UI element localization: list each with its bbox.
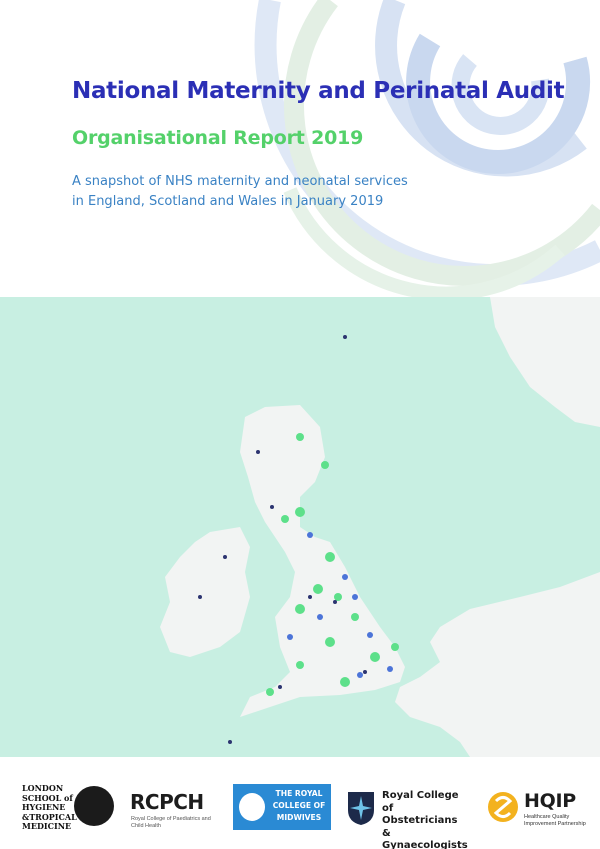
rcpch-logo: RCPCH Royal College of Paediatrics and C… <box>130 780 216 836</box>
hqip-tagline: Healthcare Quality Improvement Partnersh… <box>524 814 586 827</box>
marker-green <box>296 661 304 669</box>
partner-logos: LONDON SCHOOL of HYGIENE &TROPICAL MEDIC… <box>0 770 600 849</box>
marker-navy <box>223 555 227 559</box>
marker-green <box>295 604 305 614</box>
marker-green <box>321 461 329 469</box>
lshtm-logo: LONDON SCHOOL of HYGIENE &TROPICAL MEDIC… <box>22 780 114 836</box>
marker-green <box>281 515 289 523</box>
marker-blue <box>387 666 393 672</box>
marker-navy <box>308 595 312 599</box>
marker-blue <box>352 594 358 600</box>
description-line: in England, Scotland and Wales in Januar… <box>72 194 384 209</box>
marker-blue <box>287 634 293 640</box>
hqip-name: HQIP <box>524 790 576 812</box>
report-subtitle: Organisational Report 2019 <box>72 127 364 149</box>
rcog-shield-icon <box>348 792 374 825</box>
rcm-line: MIDWIVES <box>276 813 322 822</box>
uk-service-map <box>0 297 600 757</box>
marker-green <box>295 507 305 517</box>
marker-blue <box>367 632 373 638</box>
marker-green <box>340 677 350 687</box>
marker-green <box>391 643 399 651</box>
rcm-mother-child-icon <box>239 793 265 821</box>
marker-navy <box>228 740 232 744</box>
rcog-line: Gynaecologists <box>382 840 468 849</box>
lshtm-seal-icon <box>74 786 114 826</box>
marker-green <box>266 688 274 696</box>
rcm-wordmark: THE ROYAL COLLEGE OF MIDWIVES <box>268 788 330 824</box>
marker-blue <box>357 672 363 678</box>
marker-navy <box>198 595 202 599</box>
rcm-logo: THE ROYAL COLLEGE OF MIDWIVES <box>233 784 331 830</box>
marker-navy <box>363 670 367 674</box>
marker-blue <box>342 574 348 580</box>
marker-green <box>296 433 304 441</box>
marker-blue <box>307 532 313 538</box>
rcog-logo: Royal College of Obstetricians & Gynaeco… <box>346 780 468 849</box>
rcm-line: COLLEGE OF <box>272 801 326 810</box>
marker-navy <box>270 505 274 509</box>
rcpch-tagline: Royal College of Paediatrics and Child H… <box>131 816 211 829</box>
marker-blue <box>317 614 323 620</box>
rcog-line: Obstetricians & <box>382 815 458 839</box>
lshtm-wordmark: LONDON SCHOOL of HYGIENE &TROPICAL MEDIC… <box>22 783 77 832</box>
marker-green <box>334 593 342 601</box>
rcog-line: Royal College of <box>382 790 459 814</box>
marker-green <box>325 637 335 647</box>
hqip-mark-icon <box>488 792 518 822</box>
hqip-logo: HQIP Healthcare Quality Improvement Part… <box>486 780 586 836</box>
report-description: A snapshot of NHS maternity and neonatal… <box>72 172 412 212</box>
marker-green <box>351 613 359 621</box>
rcog-wordmark: Royal College of Obstetricians & Gynaeco… <box>382 790 468 849</box>
rcm-line: THE ROYAL <box>275 789 323 798</box>
marker-green <box>325 552 335 562</box>
description-line: A snapshot of NHS maternity and neonatal… <box>72 174 408 189</box>
lshtm-line: MEDICINE <box>22 821 72 831</box>
rcpch-name: RCPCH <box>130 790 204 814</box>
report-title: National Maternity and Perinatal Audit <box>72 78 565 104</box>
decorative-arcs <box>254 0 600 300</box>
marker-green <box>370 652 380 662</box>
marker-navy <box>256 450 260 454</box>
marker-navy <box>333 600 337 604</box>
marker-navy <box>343 335 347 339</box>
marker-navy <box>278 685 282 689</box>
marker-green <box>313 584 323 594</box>
